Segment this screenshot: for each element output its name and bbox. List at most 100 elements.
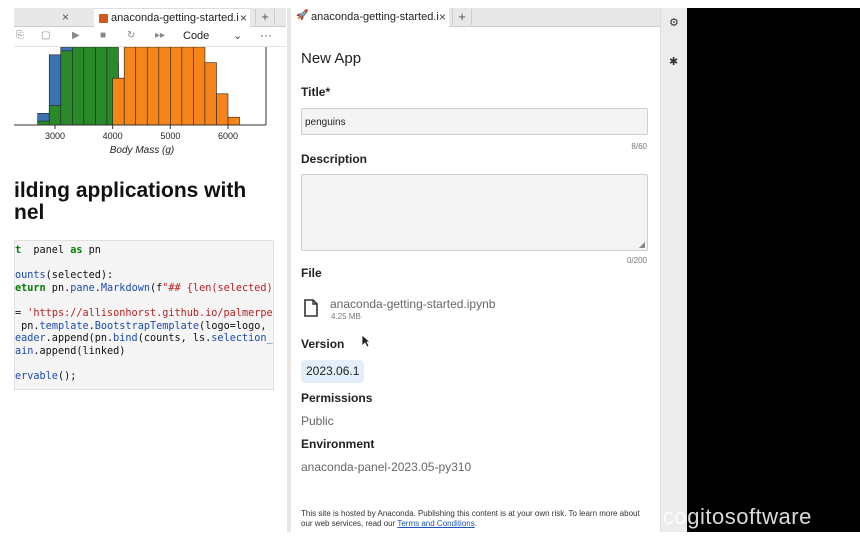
- bottom-strip: [0, 532, 860, 551]
- histogram-bar: [181, 47, 194, 126]
- new-tab-button[interactable]: +: [452, 9, 472, 25]
- code-token: template: [39, 320, 89, 332]
- property-inspector-icon[interactable]: ⚙: [669, 16, 679, 29]
- copy-icon[interactable]: ⎘: [16, 30, 24, 41]
- code-token: pn.: [15, 320, 40, 332]
- paste-icon[interactable]: ▢: [41, 30, 50, 41]
- video-overlay-area: [687, 8, 860, 532]
- code-token: BootstrapTemplate: [94, 320, 200, 332]
- code-token: ;: [70, 370, 77, 382]
- permissions-value[interactable]: Public: [301, 414, 334, 428]
- code-token: (logo=logo, ti: [199, 320, 273, 332]
- notebook-icon: [99, 14, 108, 23]
- code-token: pn: [82, 245, 101, 256]
- code-line: t panel as pn: [15, 245, 273, 258]
- permissions-label: Permissions: [301, 391, 373, 405]
- title-input[interactable]: penguins: [301, 108, 648, 135]
- x-tick-label: 6000: [218, 131, 238, 141]
- x-tick-label: 4000: [103, 131, 123, 141]
- fast-forward-icon[interactable]: ▸▸: [155, 30, 165, 41]
- code-token: selection_pa: [211, 333, 273, 345]
- code-token: .append(pn.: [45, 333, 114, 345]
- tab-close-icon[interactable]: ×: [439, 10, 446, 24]
- code-token: pane: [70, 282, 95, 294]
- restart-icon[interactable]: ↻: [127, 30, 135, 41]
- stop-icon[interactable]: ■: [100, 30, 106, 41]
- file-name: anaconda-getting-started.ipynb: [330, 297, 496, 311]
- run-icon[interactable]: ▶: [72, 30, 80, 41]
- footer-notice: This site is hosted by Anaconda. Publish…: [301, 509, 646, 529]
- heading-line-1: ilding applications with: [14, 179, 247, 202]
- histogram-bar: [48, 105, 62, 126]
- watermark: cogitosoftware: [663, 504, 812, 529]
- body-mass-histogram: 3000 4000 5000 6000 Body Mass (g): [14, 47, 267, 156]
- heading-line-2: nel: [14, 201, 45, 224]
- code-line: pn.template.BootstrapTemplate(logo=logo,…: [15, 321, 273, 334]
- code-line: ervable();: [15, 371, 273, 384]
- description-textarea[interactable]: ◢: [301, 174, 648, 251]
- code-line: ain.append(linked): [15, 346, 273, 359]
- code-token: =: [15, 307, 28, 319]
- code-token: (counts, ls.: [137, 333, 212, 345]
- histogram-bar: [146, 47, 160, 126]
- code-token: bind: [113, 333, 138, 345]
- code-token: (selected):: [45, 270, 114, 282]
- code-token: as: [70, 245, 83, 256]
- histogram-bar: [216, 93, 229, 126]
- chevron-down-icon[interactable]: ⌄: [233, 29, 242, 42]
- histogram-bar: [60, 50, 73, 126]
- code-token: 'https://allisonhorst.github.io/palmerpe…: [27, 307, 274, 319]
- code-line: eader.append(pn.bind(counts, ls.selectio…: [15, 333, 273, 346]
- code-token: eturn: [15, 282, 46, 294]
- resize-grip-icon[interactable]: ◢: [639, 240, 645, 249]
- x-tick-label: 5000: [160, 131, 180, 141]
- code-cell[interactable]: t panel as pn ounts(selected): eturn pn.pa…: [14, 240, 274, 390]
- file-icon: [304, 299, 318, 317]
- rocket-icon: 🚀: [296, 10, 309, 21]
- code-token: Markdown: [100, 282, 150, 294]
- code-token: "## {len(selected)}/: [162, 282, 274, 294]
- code-token: .append(linked): [33, 345, 126, 357]
- code-token: panel: [21, 245, 71, 256]
- histogram-bar: [83, 47, 96, 126]
- terms-link[interactable]: Terms and Conditions: [397, 519, 474, 528]
- histogram-bar: [37, 120, 50, 126]
- form-header: New App: [301, 50, 362, 67]
- tab-close-icon[interactable]: ×: [240, 11, 247, 25]
- notebook-tab-label: anaconda-getting-started.i: [111, 12, 239, 24]
- notebook-tab[interactable]: anaconda-getting-started.i ×: [94, 8, 250, 27]
- publish-tab[interactable]: 🚀 anaconda-getting-started.i ×: [291, 8, 449, 27]
- histogram-bar: [123, 47, 137, 126]
- histogram-bar: [112, 77, 125, 126]
- histogram-bar: [193, 47, 206, 126]
- code-line: = 'https://allisonhorst.github.io/palmer…: [15, 308, 273, 321]
- histogram-bar: [227, 116, 240, 126]
- histogram-bar: [135, 47, 148, 126]
- code-token: (): [57, 370, 71, 382]
- notebook-toolbar: ⎘ ▢ ▶ ■ ↻ ▸▸ Code ⌄ ···: [14, 27, 286, 47]
- cell-type-select[interactable]: Code: [183, 30, 209, 42]
- more-icon[interactable]: ···: [260, 28, 272, 42]
- prev-tab-close-icon[interactable]: ×: [62, 10, 69, 24]
- environment-value[interactable]: anaconda-panel-2023.05-py310: [301, 460, 471, 474]
- version-badge[interactable]: 2023.06.1: [301, 360, 365, 383]
- code-token: ounts: [15, 270, 46, 282]
- section-heading: ilding applications with nel: [14, 180, 246, 224]
- histogram-bar: [95, 47, 108, 126]
- code-token: ain: [15, 345, 34, 357]
- description-counter: 0/200: [626, 256, 647, 265]
- code-token: eader: [15, 333, 46, 345]
- code-token: pn.: [45, 282, 71, 294]
- debugger-icon[interactable]: ✱: [669, 55, 678, 68]
- new-tab-button[interactable]: +: [255, 9, 275, 25]
- chart-xlabel: Body Mass (g): [110, 145, 174, 156]
- histogram-bar: [158, 47, 171, 126]
- code-token: ervable: [15, 370, 58, 382]
- code-line: eturn pn.pane.Markdown(f"## {len(selecte…: [15, 283, 273, 296]
- right-tab-bar: 🚀 anaconda-getting-started.i × +: [291, 8, 660, 27]
- right-sidebar: ⚙ ✱: [660, 8, 687, 532]
- version-label: Version: [301, 337, 345, 351]
- histogram-bar: [170, 47, 183, 126]
